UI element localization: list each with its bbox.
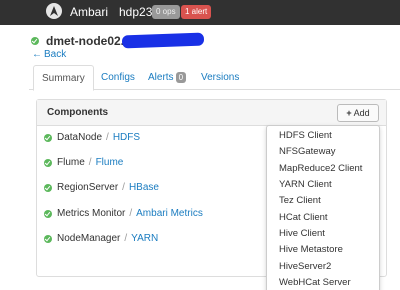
components-title: Components [47, 107, 109, 118]
service-link[interactable]: Ambari Metrics [136, 208, 203, 219]
host-tabs: Summary Configs Alerts 0 Versions [29, 65, 400, 91]
component-name[interactable]: NodeManager [57, 233, 120, 244]
menu-item-nfsgateway[interactable]: NFSGateway [279, 146, 336, 160]
service-link[interactable]: HDFS [113, 132, 140, 143]
tab-alerts-label: Alerts [148, 72, 174, 83]
service-link[interactable]: HBase [129, 182, 159, 193]
top-navbar: Ambari hdp23 0 ops 1 alert [0, 0, 400, 25]
separator: / [106, 132, 109, 143]
status-ok-icon [44, 235, 52, 243]
separator: / [124, 233, 128, 244]
component-name[interactable]: Metrics Monitor [57, 208, 125, 219]
tab-configs[interactable]: Configs [93, 65, 143, 90]
alert-badge[interactable]: 1 alert [181, 5, 212, 19]
add-component-menu: HDFS Client NFSGateway MapReduce2 Client… [266, 125, 380, 290]
tab-versions[interactable]: Versions [193, 65, 247, 90]
status-ok-icon [44, 210, 52, 218]
host-status-ok-icon [31, 37, 39, 45]
back-link[interactable]: ← Back [32, 49, 66, 60]
tab-versions-label: Versions [201, 72, 240, 83]
status-ok-icon [44, 159, 52, 167]
back-label: Back [44, 49, 67, 60]
tab-configs-label: Configs [101, 72, 135, 83]
separator: / [88, 157, 92, 168]
back-arrow-icon: ← [32, 49, 42, 60]
alerts-count-badge: 0 [175, 72, 187, 83]
menu-item-mapreduce2-client[interactable]: MapReduce2 Client [279, 163, 362, 177]
host-name: dmet-node02. [46, 34, 125, 48]
ops-badge[interactable]: 0 ops [152, 5, 180, 19]
menu-item-hcat-client[interactable]: HCat Client [279, 212, 328, 226]
ambari-logo-icon[interactable] [46, 3, 62, 19]
component-name[interactable]: Flume [57, 157, 85, 168]
service-link[interactable]: YARN [131, 233, 158, 244]
add-component-button[interactable]: + Add [337, 104, 379, 122]
menu-item-tez-client[interactable]: Tez Client [279, 195, 321, 209]
menu-item-webhcat-server[interactable]: WebHCat Server [279, 277, 351, 290]
separator: / [129, 208, 133, 219]
component-name[interactable]: RegionServer [57, 182, 118, 193]
add-button-label: Add [353, 108, 370, 118]
plus-icon: + [346, 108, 352, 118]
menu-item-hiveserver2[interactable]: HiveServer2 [279, 261, 331, 275]
menu-item-hive-client[interactable]: Hive Client [279, 228, 325, 242]
component-name[interactable]: DataNode [57, 132, 102, 143]
status-ok-icon [44, 184, 52, 192]
tab-alerts[interactable]: Alerts 0 [140, 65, 194, 90]
service-link[interactable]: Flume [96, 157, 124, 168]
cluster-name[interactable]: hdp23 [119, 5, 152, 19]
tab-summary-label: Summary [42, 73, 85, 84]
menu-item-yarn-client[interactable]: YARN Client [279, 179, 332, 193]
components-panel-header: Components + Add [37, 100, 386, 126]
tab-summary[interactable]: Summary [33, 65, 94, 91]
brand-name[interactable]: Ambari [70, 5, 108, 19]
menu-item-hdfs-client[interactable]: HDFS Client [279, 130, 332, 144]
separator: / [122, 182, 125, 193]
menu-item-hive-metastore[interactable]: Hive Metastore [279, 244, 343, 258]
status-ok-icon [44, 134, 52, 142]
